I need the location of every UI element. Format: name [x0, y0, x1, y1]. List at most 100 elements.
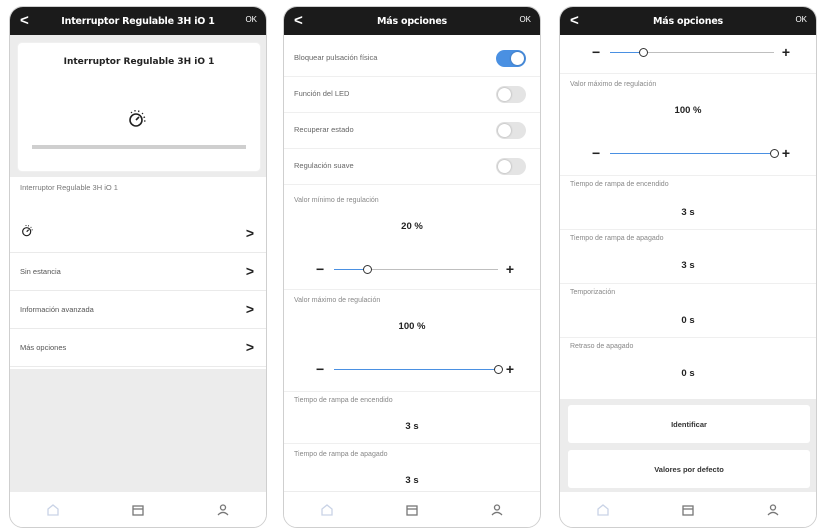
back-icon[interactable]: < [294, 11, 303, 31]
slider-fill [334, 269, 367, 270]
tab-bar [284, 491, 540, 527]
ramp-off-label: Tiempo de rampa de apagado [570, 235, 664, 242]
divider [284, 289, 540, 290]
user-icon[interactable] [487, 500, 507, 520]
ok-button[interactable]: OK [519, 15, 531, 24]
ramp-on-value: 3 s [681, 207, 695, 218]
top-bar: < Interruptor Regulable 3H iO 1 OK [10, 7, 266, 35]
user-icon[interactable] [213, 500, 233, 520]
max-regulation-slider[interactable]: − + [560, 144, 816, 164]
ramp-on-value: 3 s [405, 421, 419, 432]
ramp-on-label: Tiempo de rampa de encendido [294, 397, 393, 404]
home-icon[interactable] [593, 500, 613, 520]
page-title: Más opciones [376, 15, 448, 27]
ramp-off-value: 3 s [681, 260, 695, 271]
minus-button[interactable]: − [316, 360, 324, 378]
slider-track[interactable] [610, 149, 779, 158]
identify-button[interactable]: Identificar [568, 405, 810, 443]
toggle-knob [498, 124, 511, 137]
page-title: Interruptor Regulable 3H iO 1 [61, 15, 215, 27]
min-regulation-label: Valor mínimo de regulación [294, 197, 379, 204]
slider-thumb[interactable] [770, 149, 779, 158]
toggle-switch[interactable] [496, 50, 526, 67]
max-regulation-slider[interactable]: − + [284, 360, 540, 380]
minus-button[interactable]: − [316, 260, 324, 278]
home-icon[interactable] [317, 500, 337, 520]
chevron-right-icon: > [245, 263, 254, 279]
home-icon[interactable] [43, 500, 63, 520]
max-regulation-label: Valor máximo de regulación [570, 81, 657, 88]
toggle-knob [511, 52, 524, 65]
max-regulation-label: Valor máximo de regulación [294, 297, 381, 304]
devices-box-icon[interactable] [402, 500, 422, 520]
plus-button[interactable]: + [782, 43, 790, 61]
toggle-row-soft: Regulación suave [284, 149, 540, 185]
toggle-knob [498, 88, 511, 101]
toggle-row-recover: Recuperar estado [284, 113, 540, 149]
slider-thumb[interactable] [362, 265, 372, 274]
menu-label: Información avanzada [20, 305, 94, 314]
menu-row-advanced-info[interactable]: Información avanzada > [10, 291, 266, 329]
menu-label: Más opciones [20, 343, 67, 352]
toggle-switch[interactable] [496, 158, 526, 175]
slider-thumb[interactable] [494, 365, 503, 374]
divider [284, 391, 540, 392]
ramp-on-label: Tiempo de rampa de encendido [570, 181, 669, 188]
device-card[interactable]: Interruptor Regulable 3H iO 1 [18, 43, 260, 171]
min-regulation-slider[interactable]: − + [560, 43, 816, 63]
min-regulation-value: 20 % [401, 221, 423, 232]
slider-fill [610, 153, 774, 154]
toggle-label: Función del LED [294, 89, 350, 98]
ramp-off-value: 3 s [405, 475, 419, 486]
toggle-label: Recuperar estado [294, 125, 354, 134]
toggle-label: Bloquear pulsación física [294, 53, 378, 62]
slider-fill [610, 52, 643, 53]
tab-bar [10, 491, 266, 527]
slider-track[interactable] [334, 365, 503, 374]
phone-screen-more-options-scrolled: < Más opciones OK − + Valor máximo de re… [559, 6, 817, 528]
devices-box-icon[interactable] [128, 500, 148, 520]
toggle-knob [498, 160, 511, 173]
devices-box-icon[interactable] [678, 500, 698, 520]
toggle-switch[interactable] [496, 86, 526, 103]
chevron-right-icon: > [245, 225, 254, 241]
slider-thumb[interactable] [638, 48, 648, 57]
back-icon[interactable]: < [20, 11, 29, 31]
toggle-switch[interactable] [496, 122, 526, 139]
min-regulation-slider[interactable]: − + [284, 260, 540, 280]
divider [560, 337, 816, 338]
toggle-row-lock: Bloquear pulsación física [284, 41, 540, 77]
menu-row-more-options[interactable]: Más opciones > [10, 329, 266, 367]
page-title: Más opciones [652, 15, 724, 27]
ok-button[interactable]: OK [795, 15, 807, 24]
menu-label: Sin estancia [20, 267, 61, 276]
slider-track[interactable] [334, 265, 498, 274]
minus-button[interactable]: − [592, 43, 600, 61]
phone-screen-device: < Interruptor Regulable 3H iO 1 OK Inter… [9, 6, 267, 528]
slider-track[interactable] [610, 48, 774, 57]
defaults-button[interactable]: Valores por defecto [568, 450, 810, 488]
brightness-bar[interactable] [32, 145, 246, 149]
toggle-label: Regulación suave [294, 161, 354, 170]
menu-row-room[interactable]: Sin estancia > [10, 253, 266, 291]
divider [560, 175, 816, 176]
divider [560, 229, 816, 230]
max-regulation-value: 100 % [674, 105, 702, 116]
timer-value: 0 s [681, 315, 695, 326]
plus-button[interactable]: + [506, 360, 514, 378]
ok-button[interactable]: OK [245, 15, 257, 24]
plus-button[interactable]: + [506, 260, 514, 278]
menu-row-icon[interactable]: > [10, 215, 266, 253]
off-delay-value: 0 s [681, 368, 695, 379]
minus-button[interactable]: − [592, 144, 600, 162]
dimmer-knob-icon [126, 107, 150, 136]
user-icon[interactable] [763, 500, 783, 520]
dimmer-knob-icon [20, 223, 36, 244]
device-name: Interruptor Regulable 3H iO 1 [63, 57, 215, 67]
divider [284, 443, 540, 444]
back-icon[interactable]: < [570, 11, 579, 31]
phone-screen-more-options: < Más opciones OK Bloquear pulsación fís… [283, 6, 541, 528]
ramp-off-label: Tiempo de rampa de apagado [294, 451, 388, 458]
divider [560, 73, 816, 74]
plus-button[interactable]: + [782, 144, 790, 162]
